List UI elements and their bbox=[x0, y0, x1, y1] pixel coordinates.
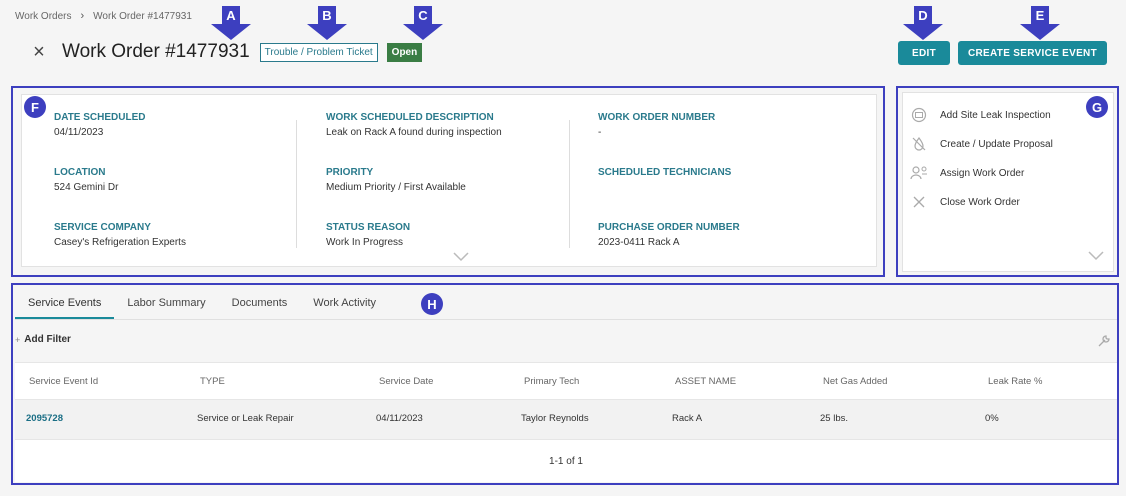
table-cell: 04/11/2023 bbox=[376, 413, 423, 424]
date-scheduled-value: 04/11/2023 bbox=[54, 127, 104, 138]
annotation-label-a: A bbox=[222, 6, 240, 24]
annotation-arrow-e: E bbox=[1020, 6, 1060, 42]
column-header[interactable]: Leak Rate % bbox=[988, 376, 1042, 387]
scheduled-technicians-label: SCHEDULED TECHNICIANS bbox=[598, 167, 732, 178]
breadcrumb: Work Orders › Work Order #1477931 bbox=[15, 10, 192, 22]
close-icon[interactable]: × bbox=[30, 40, 48, 64]
priority-value: Medium Priority / First Available bbox=[326, 182, 466, 193]
column-header[interactable]: Net Gas Added bbox=[823, 376, 887, 387]
proposal-icon bbox=[910, 135, 928, 153]
priority-label: PRIORITY bbox=[326, 167, 374, 178]
annotation-arrow-a: A bbox=[211, 6, 251, 42]
annotation-marker-g: G bbox=[1086, 96, 1108, 118]
service-company-value: Casey's Refrigeration Experts bbox=[54, 237, 186, 248]
tab-labor-summary[interactable]: Labor Summary bbox=[114, 291, 218, 319]
tab-underline bbox=[15, 319, 1117, 320]
action-label: Assign Work Order bbox=[940, 167, 1025, 179]
status-reason-value: Work In Progress bbox=[326, 237, 404, 248]
action-close-work-order[interactable]: Close Work Order bbox=[910, 193, 1020, 211]
status-badge: Open bbox=[386, 42, 423, 62]
po-number-label: PURCHASE ORDER NUMBER bbox=[598, 222, 740, 233]
title-row: × Work Order #1477931 Trouble / Problem … bbox=[30, 40, 423, 64]
tab-service-events[interactable]: Service Events bbox=[15, 291, 115, 319]
arrow-down-icon bbox=[307, 24, 347, 40]
arrow-down-icon bbox=[903, 24, 943, 40]
chevron-down-icon[interactable] bbox=[1087, 250, 1105, 262]
create-service-event-button[interactable]: CREATE SERVICE EVENT bbox=[958, 41, 1107, 65]
arrow-down-icon bbox=[211, 24, 251, 40]
tab-bar: Service Events Labor Summary Documents W… bbox=[15, 291, 389, 319]
table-cell: Taylor Reynolds bbox=[521, 413, 589, 424]
page-title: Work Order #1477931 bbox=[62, 41, 250, 62]
action-label: Close Work Order bbox=[940, 196, 1020, 208]
pagination: 1-1 of 1 bbox=[15, 440, 1117, 482]
column-divider bbox=[296, 120, 297, 248]
action-add-site-leak-inspection[interactable]: Add Site Leak Inspection bbox=[910, 106, 1051, 124]
action-create-update-proposal[interactable]: Create / Update Proposal bbox=[910, 135, 1053, 153]
column-header[interactable]: ASSET NAME bbox=[675, 376, 736, 387]
po-number-value: 2023-0411 Rack A bbox=[598, 237, 680, 248]
assign-user-icon bbox=[910, 164, 928, 182]
column-header[interactable]: TYPE bbox=[200, 376, 225, 387]
annotation-label-e: E bbox=[1031, 6, 1049, 24]
work-order-number-value: - bbox=[598, 127, 602, 138]
breadcrumb-current: Work Order #1477931 bbox=[93, 10, 192, 22]
annotation-label-c: C bbox=[414, 6, 432, 24]
column-header[interactable]: Primary Tech bbox=[524, 376, 579, 387]
column-header[interactable]: Service Date bbox=[379, 376, 433, 387]
tab-work-activity[interactable]: Work Activity bbox=[300, 291, 389, 319]
wrench-icon[interactable] bbox=[1097, 334, 1111, 348]
arrow-down-icon bbox=[403, 24, 443, 40]
tab-documents[interactable]: Documents bbox=[219, 291, 301, 319]
location-value: 524 Gemini Dr bbox=[54, 182, 119, 193]
plus-icon: + bbox=[15, 334, 21, 345]
inspection-icon bbox=[910, 106, 928, 124]
pagination-label: 1-1 of 1 bbox=[549, 455, 583, 467]
column-divider bbox=[569, 120, 570, 248]
add-filter-button[interactable]: + Add Filter bbox=[15, 334, 71, 345]
status-reason-label: STATUS REASON bbox=[326, 222, 411, 233]
date-scheduled-label: DATE SCHEDULED bbox=[54, 112, 146, 123]
annotation-arrow-b: B bbox=[307, 6, 347, 42]
action-label: Create / Update Proposal bbox=[940, 138, 1053, 150]
table-cell: Service or Leak Repair bbox=[197, 413, 294, 424]
table-header: Service Event Id TYPE Service Date Prima… bbox=[15, 362, 1117, 400]
action-assign-work-order[interactable]: Assign Work Order bbox=[910, 164, 1024, 182]
type-badge: Trouble / Problem Ticket bbox=[259, 42, 378, 62]
service-company-label: SERVICE COMPANY bbox=[54, 222, 151, 233]
action-label: Add Site Leak Inspection bbox=[940, 109, 1051, 121]
annotation-arrow-c: C bbox=[403, 6, 443, 42]
annotation-arrow-d: D bbox=[903, 6, 943, 42]
table-row[interactable]: 2095728 Service or Leak Repair 04/11/202… bbox=[15, 400, 1117, 440]
column-header[interactable]: Service Event Id bbox=[29, 376, 98, 387]
close-icon bbox=[910, 193, 928, 211]
add-filter-label: Add Filter bbox=[24, 334, 71, 345]
service-event-id-link[interactable]: 2095728 bbox=[26, 413, 63, 424]
work-description-label: WORK SCHEDULED DESCRIPTION bbox=[326, 112, 494, 123]
annotation-label-b: B bbox=[318, 6, 336, 24]
arrow-down-icon bbox=[1020, 24, 1060, 40]
annotation-marker-h: H bbox=[421, 293, 443, 315]
table-cell: 25 lbs. bbox=[820, 413, 848, 424]
work-description-value: Leak on Rack A found during inspection bbox=[326, 127, 502, 138]
breadcrumb-separator-icon: › bbox=[80, 10, 85, 22]
table-cell: Rack A bbox=[672, 413, 703, 424]
breadcrumb-work-orders[interactable]: Work Orders bbox=[15, 11, 72, 22]
edit-button[interactable]: EDIT bbox=[898, 41, 950, 65]
annotation-label-d: D bbox=[914, 6, 932, 24]
table-cell: 0% bbox=[985, 413, 999, 424]
location-label: LOCATION bbox=[54, 167, 106, 178]
work-order-number-label: WORK ORDER NUMBER bbox=[598, 112, 716, 123]
chevron-down-icon[interactable] bbox=[452, 251, 470, 263]
annotation-marker-f: F bbox=[24, 96, 46, 118]
